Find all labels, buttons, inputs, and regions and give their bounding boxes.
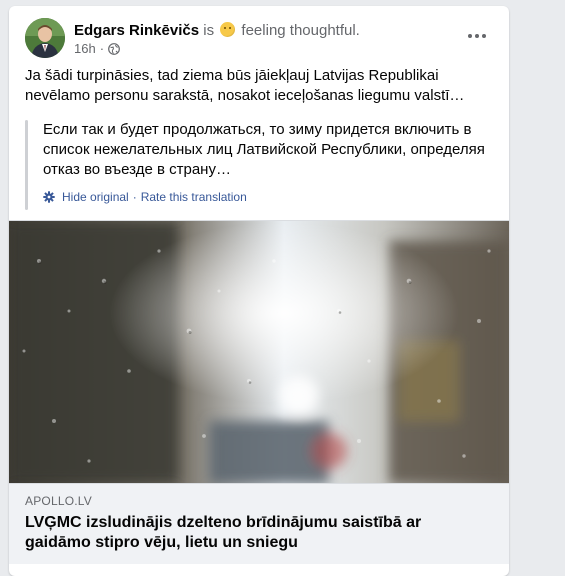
globe-icon[interactable] bbox=[108, 42, 120, 55]
rainy-window-photo bbox=[9, 221, 509, 484]
actions-separator: · bbox=[132, 190, 137, 204]
link-domain: APOLLO.LV bbox=[25, 494, 92, 508]
author-avatar[interactable] bbox=[25, 18, 65, 58]
hide-original-link[interactable]: Hide original bbox=[62, 190, 129, 204]
more-options-icon bbox=[468, 34, 472, 38]
link-preview-footer[interactable]: APOLLO.LV LVĢMC izsludinājis dzelteno br… bbox=[9, 483, 509, 564]
link-title[interactable]: LVĢMC izsludinājis dzelteno brīdinājumu … bbox=[25, 513, 465, 553]
post-timestamp[interactable]: 16h bbox=[74, 41, 96, 56]
gear-icon[interactable] bbox=[43, 191, 55, 203]
post-text: Ja šādi turpināsies, tad ziema būs jāiek… bbox=[25, 67, 465, 104]
post-card: Edgars Rinkēvičs is feeling thoughtful. … bbox=[9, 6, 509, 576]
translation-text: Если так и будет продолжаться, то зиму п… bbox=[43, 121, 485, 178]
feeling-text: feeling thoughtful. bbox=[241, 22, 360, 39]
post-meta: 16h · bbox=[74, 41, 120, 56]
translation-actions: Hide original · Rate this translation bbox=[43, 190, 247, 204]
translation-divider bbox=[25, 120, 28, 210]
more-options-button[interactable] bbox=[461, 26, 493, 46]
link-preview-image[interactable] bbox=[9, 220, 509, 484]
translation-block: Если так и будет продолжаться, то зиму п… bbox=[25, 120, 495, 210]
thoughtful-emoji-icon bbox=[220, 22, 236, 37]
is-text: is bbox=[203, 22, 215, 39]
avatar-image bbox=[25, 18, 65, 58]
rate-translation-link[interactable]: Rate this translation bbox=[141, 190, 247, 204]
author-line: Edgars Rinkēvičs is feeling thoughtful. bbox=[74, 21, 360, 40]
author-name[interactable]: Edgars Rinkēvičs bbox=[74, 22, 199, 39]
